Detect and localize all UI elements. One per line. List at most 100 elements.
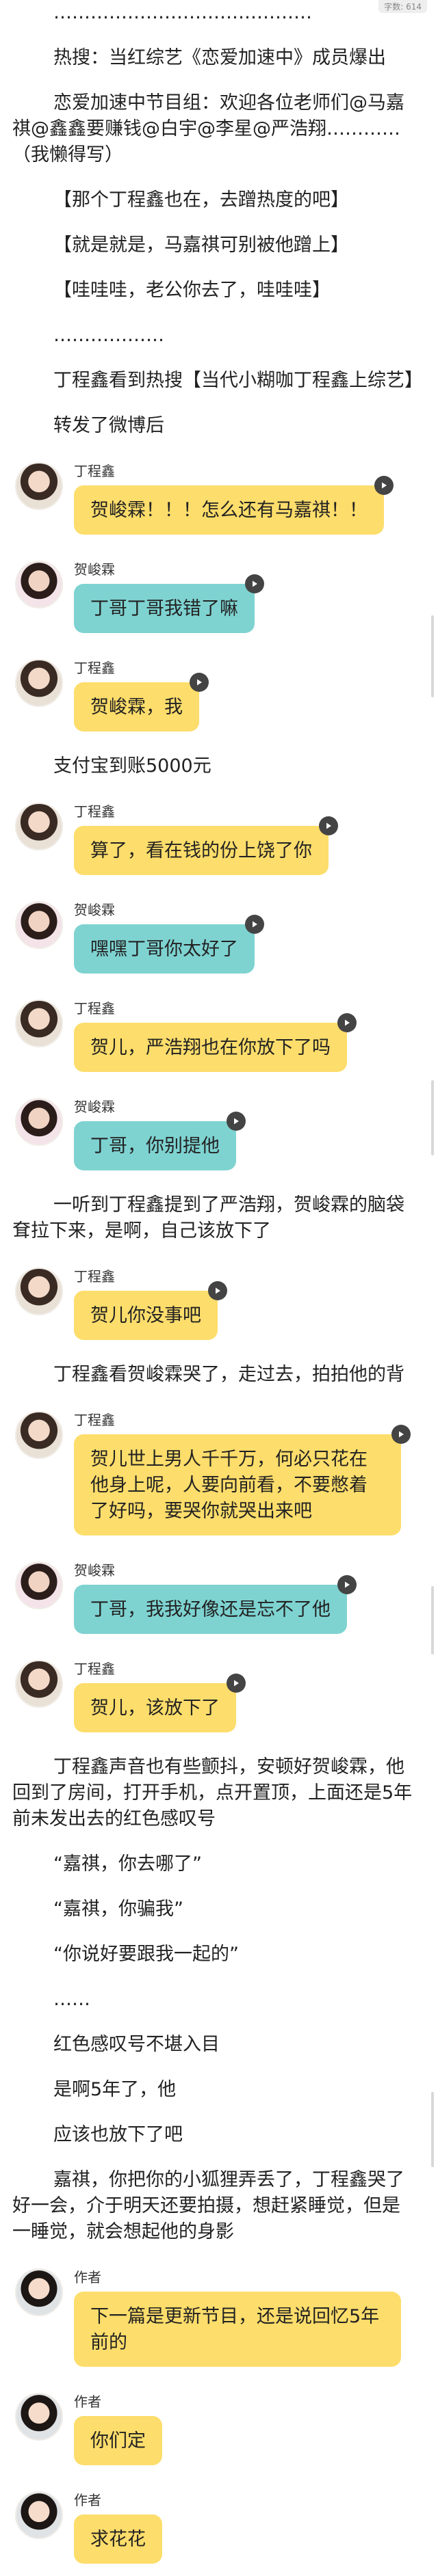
sender-name: 丁程鑫 [74, 1661, 115, 1677]
message-bubble: 贺峻霖！！！怎么还有马嘉祺！！ [74, 476, 394, 535]
chat-message: 作者你们定 [0, 2379, 438, 2478]
message-bubble: 贺峻霖，我 [74, 673, 209, 732]
sender-name: 作者 [74, 2492, 101, 2508]
play-icon[interactable] [374, 476, 394, 495]
message-text: 贺儿世上男人千千万，何必只花在他身上呢，人要向前看，不要憋着了好吗，要哭你就哭出… [90, 1449, 368, 1522]
chat-message: 丁程鑫贺儿你没事吧 [0, 1254, 438, 1352]
story-paragraph: …… [53, 1989, 90, 2010]
story-feed: …………………………………… 热搜：当红综艺《恋爱加速中》成员爆出恋爱加速中节目组… [0, 0, 438, 2576]
chat-message: 丁程鑫算了，看在钱的份上饶了你 [0, 789, 438, 887]
message-text: 嘿嘿丁哥你太好了 [90, 939, 238, 960]
story-paragraph: “你说好要跟我一起的” [53, 1944, 239, 1965]
message-bubble: 贺儿，严浩翔也在你放下了吗 [74, 1013, 357, 1072]
play-icon[interactable] [245, 915, 264, 934]
message-text: 贺儿，该放下了 [90, 1698, 220, 1719]
avatar[interactable] [15, 2491, 63, 2539]
chat-message: 作者下一篇是更新节目，还是说回忆5年前的 [0, 2255, 438, 2379]
play-icon[interactable] [245, 574, 264, 593]
message-text: 算了，看在钱的份上饶了你 [90, 840, 312, 861]
story-paragraph: 支付宝到账5000元 [53, 755, 211, 777]
play-icon[interactable] [227, 1674, 246, 1693]
message-text: 下一篇是更新节目，还是说回忆5年前的 [90, 2306, 380, 2353]
chat-message: 贺峻霖丁哥，我我好像还是忘不了他 [0, 1548, 438, 1646]
avatar[interactable] [15, 1561, 63, 1609]
message-bubble: 下一篇是更新节目，还是说回忆5年前的 [74, 2292, 401, 2367]
chat-message: 贺峻霖嘿嘿丁哥你太好了 [0, 887, 438, 986]
story-paragraph: ……………… [53, 325, 164, 346]
chat-message: 贺峻霖丁哥，你别提他 [0, 1084, 438, 1183]
sender-name: 贺峻霖 [74, 561, 115, 578]
message-text: 求花花 [90, 2529, 146, 2550]
message-bubble: 丁哥丁哥我错了嘛 [74, 574, 264, 633]
story-paragraph: 转发了微博后 [53, 415, 164, 436]
play-icon[interactable] [337, 1013, 357, 1032]
message-bubble: 贺儿你没事吧 [74, 1281, 227, 1340]
chat-message: 贺峻霖丁哥丁哥我错了嘛 [0, 547, 438, 645]
message-bubble: 丁哥，我我好像还是忘不了他 [74, 1575, 357, 1634]
story-paragraph: 嘉祺，你把你的小狐狸弄丢了，丁程鑫哭了好一会，介于明天还要拍摄，想赶紧睡觉，但是… [12, 2169, 404, 2242]
avatar[interactable] [15, 1660, 63, 1708]
sender-name: 作者 [74, 2393, 101, 2410]
avatar[interactable] [15, 1098, 63, 1146]
story-paragraph: “嘉祺，你骗我” [53, 1899, 183, 1920]
play-icon[interactable] [208, 1281, 227, 1300]
story-paragraph: 是啊5年了，他 [53, 2079, 177, 2100]
story-paragraph: 一听到丁程鑫提到了严浩翔，贺峻霖的脑袋耷拉下来，是啊，自己该放下了 [12, 1194, 404, 1242]
message-bubble: 贺儿世上男人千千万，何必只花在他身上呢，人要向前看，不要憋着了好吗，要哭你就哭出… [74, 1425, 411, 1535]
play-icon[interactable] [319, 816, 338, 835]
message-bubble: 求花花 [74, 2514, 162, 2564]
story-paragraph: 丁程鑫声音也有些颤抖，安顿好贺峻霖，他回到了房间，打开手机，点开置顶，上面还是5… [12, 1756, 413, 1829]
avatar[interactable] [15, 659, 63, 707]
message-bubble: 丁哥，你别提他 [74, 1112, 246, 1170]
play-icon[interactable] [227, 1112, 246, 1131]
message-text: 丁哥丁哥我错了嘛 [90, 598, 238, 619]
sender-name: 贺峻霖 [74, 1099, 115, 1115]
chat-message: 丁程鑫贺儿世上男人千千万，何必只花在他身上呢，人要向前看，不要憋着了好吗，要哭你… [0, 1397, 438, 1548]
message-text: 贺儿你没事吧 [90, 1305, 201, 1326]
story-paragraph: 热搜：当红综艺《恋爱加速中》成员爆出 [53, 47, 386, 68]
sender-name: 丁程鑫 [74, 463, 115, 479]
story-paragraph: 【哇哇哇，老公你去了，哇哇哇】 [53, 280, 331, 301]
sender-name: 丁程鑫 [74, 1268, 115, 1285]
message-text: 丁哥，你别提他 [90, 1136, 220, 1157]
story-paragraph: “嘉祺，你去哪了” [53, 1853, 202, 1875]
avatar[interactable] [15, 462, 63, 510]
message-text: 贺儿，严浩翔也在你放下了吗 [90, 1037, 331, 1058]
story-paragraph: 恋爱加速中节目组：欢迎各位老师们@马嘉祺@鑫鑫要赚钱@白宇@李星@严浩翔…………… [12, 92, 404, 165]
sender-name: 作者 [74, 2269, 101, 2285]
chat-message: 丁程鑫贺儿，该放下了 [0, 1646, 438, 1745]
play-icon[interactable] [337, 1575, 357, 1594]
avatar[interactable] [15, 2393, 63, 2441]
sender-name: 贺峻霖 [74, 902, 115, 918]
chat-message: 丁程鑫 贺峻霖，我 [0, 645, 438, 744]
message-bubble: 贺儿，该放下了 [74, 1674, 246, 1732]
message-text: 贺峻霖！！！怎么还有马嘉祺！！ [90, 500, 368, 521]
story-paragraph: …………………………………… [53, 2, 312, 23]
sender-name: 丁程鑫 [74, 1000, 115, 1017]
play-icon[interactable] [391, 1425, 411, 1444]
message-bubble: 算了，看在钱的份上饶了你 [74, 816, 338, 875]
avatar[interactable] [15, 1411, 63, 1459]
story-paragraph: 【就是就是，马嘉祺可别被他蹭上】 [53, 234, 349, 256]
chat-message: 作者求花花 [0, 2478, 438, 2576]
play-icon[interactable] [190, 673, 209, 692]
message-bubble: 嘿嘿丁哥你太好了 [74, 915, 264, 974]
story-paragraph: 丁程鑫看贺峻霖哭了，走过去，拍拍他的背 [53, 1364, 404, 1385]
sender-name: 丁程鑫 [74, 1412, 115, 1428]
message-text: 贺峻霖，我 [90, 697, 183, 718]
chat-message: 丁程鑫贺峻霖！！！怎么还有马嘉祺！！ [0, 448, 438, 547]
avatar[interactable] [15, 999, 63, 1047]
message-text: 丁哥，我我好像还是忘不了他 [90, 1599, 331, 1620]
avatar[interactable] [15, 2268, 63, 2316]
message-text: 你们定 [90, 2430, 146, 2452]
avatar[interactable] [15, 561, 63, 608]
sender-name: 丁程鑫 [74, 803, 115, 820]
chat-message: 丁程鑫贺儿，严浩翔也在你放下了吗 [0, 986, 438, 1084]
avatar[interactable] [15, 803, 63, 850]
avatar[interactable] [15, 1267, 63, 1315]
story-paragraph: 红色感叹号不堪入目 [53, 2034, 220, 2055]
avatar[interactable] [15, 901, 63, 949]
sender-name: 贺峻霖 [74, 1562, 115, 1579]
message-bubble: 你们定 [74, 2416, 162, 2465]
story-paragraph: 应该也放下了吧 [53, 2124, 183, 2145]
